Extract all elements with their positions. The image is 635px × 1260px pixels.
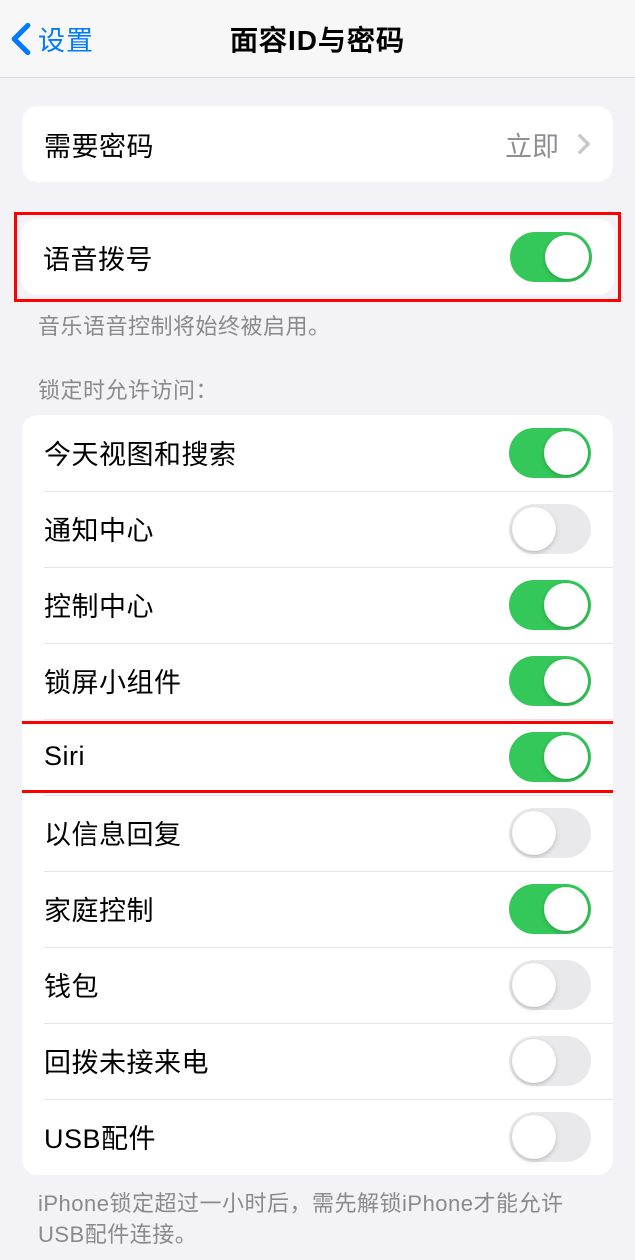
locked-item-row: 通知中心 (22, 491, 613, 567)
locked-item-toggle[interactable] (509, 884, 591, 934)
locked-access-group: 今天视图和搜索通知中心控制中心锁屏小组件 Siri 以信息回复家庭控制钱包回拨未接来… (22, 415, 613, 1175)
locked-item-label: 控制中心 (44, 585, 509, 624)
locked-item-toggle[interactable] (509, 732, 591, 782)
locked-item-toggle[interactable] (509, 656, 591, 706)
page-title: 面容ID与密码 (0, 19, 635, 59)
locked-item-row: 控制中心 (22, 567, 613, 643)
locked-item-label: 回拨未接来电 (44, 1041, 509, 1080)
back-button[interactable]: 设置 (0, 19, 94, 58)
voice-dial-group: 语音拨号 (21, 219, 614, 295)
locked-item-label: 今天视图和搜索 (44, 433, 509, 472)
locked-access-header: 锁定时允许访问： (0, 343, 635, 415)
locked-item-label: 钱包 (44, 965, 509, 1004)
voice-dial-row: 语音拨号 (21, 219, 614, 295)
locked-item-toggle[interactable] (509, 428, 591, 478)
passcode-group: 需要密码 立即 (22, 106, 613, 182)
locked-item-label: Siri (44, 741, 509, 772)
locked-item-row: 锁屏小组件 (22, 643, 613, 719)
require-passcode-value: 立即 (505, 125, 559, 164)
locked-item-toggle[interactable] (509, 504, 591, 554)
locked-item-label: 通知中心 (44, 509, 509, 548)
navigation-bar: 设置 面容ID与密码 (0, 0, 635, 78)
locked-item-row: 回拨未接来电 (22, 1023, 613, 1099)
back-label: 设置 (38, 19, 94, 58)
locked-item-row: 以信息回复 (22, 795, 613, 871)
chevron-left-icon (10, 22, 32, 56)
locked-item-row: 今天视图和搜索 (22, 415, 613, 491)
require-passcode-row[interactable]: 需要密码 立即 (22, 106, 613, 182)
locked-item-label: 家庭控制 (44, 889, 509, 928)
voice-dial-highlight: 语音拨号 (14, 212, 621, 302)
voice-dial-label: 语音拨号 (43, 238, 510, 277)
usb-footer: iPhone锁定超过一小时后，需先解锁iPhone才能允许USB配件连接。 (0, 1175, 635, 1260)
locked-item-row: 家庭控制 (22, 871, 613, 947)
locked-item-row: 钱包 (22, 947, 613, 1023)
locked-item-label: USB配件 (44, 1117, 509, 1156)
voice-dial-toggle[interactable] (510, 232, 592, 282)
require-passcode-label: 需要密码 (44, 125, 505, 164)
locked-item-label: 以信息回复 (44, 813, 509, 852)
locked-item-row: USB配件 (22, 1099, 613, 1175)
locked-item-label: 锁屏小组件 (44, 661, 509, 700)
locked-item-toggle[interactable] (509, 808, 591, 858)
locked-item-toggle[interactable] (509, 960, 591, 1010)
locked-item-toggle[interactable] (509, 1036, 591, 1086)
locked-item-toggle[interactable] (509, 580, 591, 630)
chevron-right-icon (577, 133, 591, 155)
locked-item-row: Siri (22, 719, 613, 795)
voice-dial-footer: 音乐语音控制将始终被启用。 (0, 302, 635, 343)
locked-item-toggle[interactable] (509, 1112, 591, 1162)
